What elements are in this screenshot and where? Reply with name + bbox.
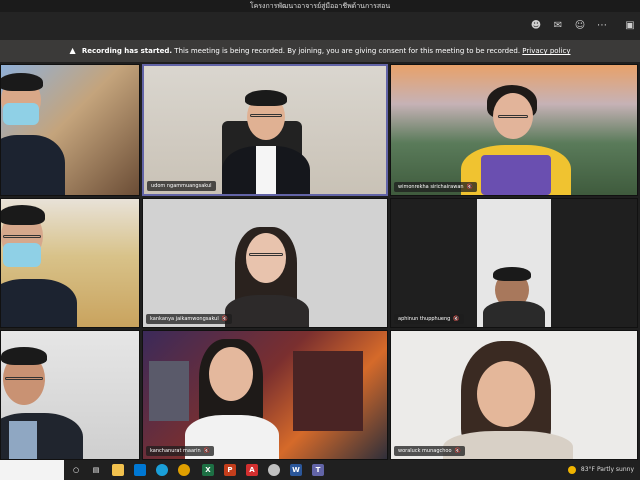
search-icon[interactable]: ○ bbox=[70, 464, 82, 476]
word-icon[interactable]: W bbox=[290, 464, 302, 476]
video-tile[interactable]: woraluck munagchoo 🔇 bbox=[390, 330, 638, 460]
participant-name-label: wimonrekha sirichairawan 🔇 bbox=[394, 182, 477, 192]
participant-name-label: kankanya jaikamwongsakul 🔇 bbox=[146, 314, 232, 324]
mic-muted-icon: 🔇 bbox=[221, 316, 228, 322]
file-explorer-icon[interactable] bbox=[112, 464, 124, 476]
participant-name-label: aphinun thupphueng 🔇 bbox=[394, 314, 464, 324]
recording-consent-text: This meeting is being recorded. By joini… bbox=[174, 47, 521, 55]
camera-icon[interactable]: ▣ bbox=[624, 20, 636, 32]
mic-muted-icon: 🔇 bbox=[454, 448, 461, 454]
video-tile[interactable]: wimonrekha sirichairawan 🔇 bbox=[390, 64, 638, 196]
recording-status: Recording has started. bbox=[81, 47, 173, 55]
edge-icon[interactable] bbox=[156, 464, 168, 476]
privacy-policy-link[interactable]: Privacy policy bbox=[522, 47, 570, 55]
taskbar-search-box[interactable] bbox=[0, 460, 64, 480]
mic-muted-icon: 🔇 bbox=[203, 448, 210, 454]
excel-icon[interactable]: X bbox=[202, 464, 214, 476]
reactions-icon[interactable]: ☺ bbox=[574, 20, 586, 32]
video-tile[interactable]: aphinun thupphueng 🔇 bbox=[390, 198, 638, 328]
participant-name-label: woraluck munagchoo 🔇 bbox=[394, 446, 465, 456]
video-tile[interactable]: kankanya jaikamwongsakul 🔇 bbox=[142, 198, 388, 328]
meeting-toolbar: ☻ ✉ ☺ ⋯ ▣ bbox=[0, 12, 640, 40]
chrome-icon[interactable] bbox=[178, 464, 190, 476]
video-tile[interactable] bbox=[0, 330, 140, 460]
video-tile[interactable] bbox=[0, 198, 140, 328]
powerpoint-icon[interactable]: P bbox=[224, 464, 236, 476]
weather-widget[interactable]: 83°F Partly sunny bbox=[568, 460, 634, 480]
video-tile[interactable]: kanchanurat maarin 🔇 bbox=[142, 330, 388, 460]
weather-description: Partly sunny bbox=[596, 466, 634, 473]
more-options-icon[interactable]: ⋯ bbox=[596, 20, 608, 32]
recording-banner: ▲ Recording has started. This meeting is… bbox=[0, 40, 640, 62]
mic-muted-icon: 🔇 bbox=[453, 316, 460, 322]
mic-muted-icon: 🔇 bbox=[466, 184, 473, 190]
teams-icon[interactable]: T bbox=[312, 464, 324, 476]
participant-name-label: udom ngammuangsakul bbox=[147, 181, 216, 191]
acrobat-icon[interactable]: A bbox=[246, 464, 258, 476]
task-view-icon[interactable]: ▤ bbox=[90, 464, 102, 476]
warning-icon: ▲ bbox=[69, 46, 76, 55]
chat-icon[interactable]: ✉ bbox=[552, 20, 564, 32]
video-tile-active-speaker[interactable]: udom ngammuangsakul bbox=[142, 64, 388, 196]
participant-name-label: kanchanurat maarin 🔇 bbox=[146, 446, 214, 456]
mail-icon[interactable] bbox=[268, 464, 280, 476]
people-icon[interactable]: ☻ bbox=[530, 20, 542, 32]
participant-video bbox=[477, 199, 551, 327]
store-icon[interactable] bbox=[134, 464, 146, 476]
window-title: โครงการพัฒนาอาจารย์สู่มืออาชีพด้านการสอน bbox=[0, 0, 640, 12]
video-tile[interactable] bbox=[0, 64, 140, 196]
windows-taskbar: ○ ▤ X P A W T 83°F Partly sunny bbox=[0, 460, 640, 480]
video-grid: udom ngammuangsakul wimonrekha sirichair… bbox=[0, 62, 640, 460]
partly-sunny-icon bbox=[568, 465, 576, 474]
weather-temperature: 83°F bbox=[580, 466, 596, 473]
